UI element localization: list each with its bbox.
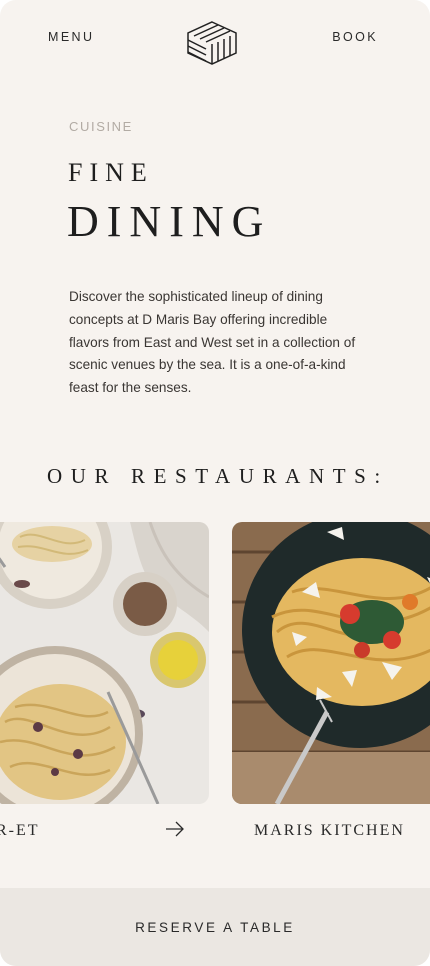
cube-logo-icon[interactable]: [185, 20, 239, 66]
top-bar: MENU BOOK: [0, 0, 430, 80]
restaurant-name-1[interactable]: R-ET: [0, 822, 40, 840]
page-title-line-2: DINING: [67, 197, 272, 246]
reserve-table-button[interactable]: RESERVE A TABLE: [0, 888, 430, 966]
book-link[interactable]: BOOK: [332, 30, 378, 44]
spaghetti-dark-plate-photo: [232, 522, 430, 804]
restaurant-card-image-2[interactable]: [232, 522, 430, 804]
restaurant-name-2[interactable]: MARIS KITCHEN: [254, 822, 405, 840]
section-eyebrow: CUISINE: [69, 119, 133, 134]
screen: MENU BOOK CUISINE FINE DINING Discover t…: [0, 0, 430, 966]
pasta-plates-photo: [0, 522, 209, 804]
page-title-line-1: FINE: [68, 158, 154, 187]
restaurant-carousel[interactable]: R-ET MARIS KITCHEN: [0, 522, 430, 862]
restaurants-heading: OUR RESTAURANTS:: [47, 464, 389, 488]
intro-paragraph: Discover the sophisticated lineup of din…: [69, 289, 356, 396]
menu-link[interactable]: MENU: [48, 30, 94, 44]
restaurant-card-image-1[interactable]: [0, 522, 209, 804]
arrow-right-icon[interactable]: [164, 819, 186, 839]
